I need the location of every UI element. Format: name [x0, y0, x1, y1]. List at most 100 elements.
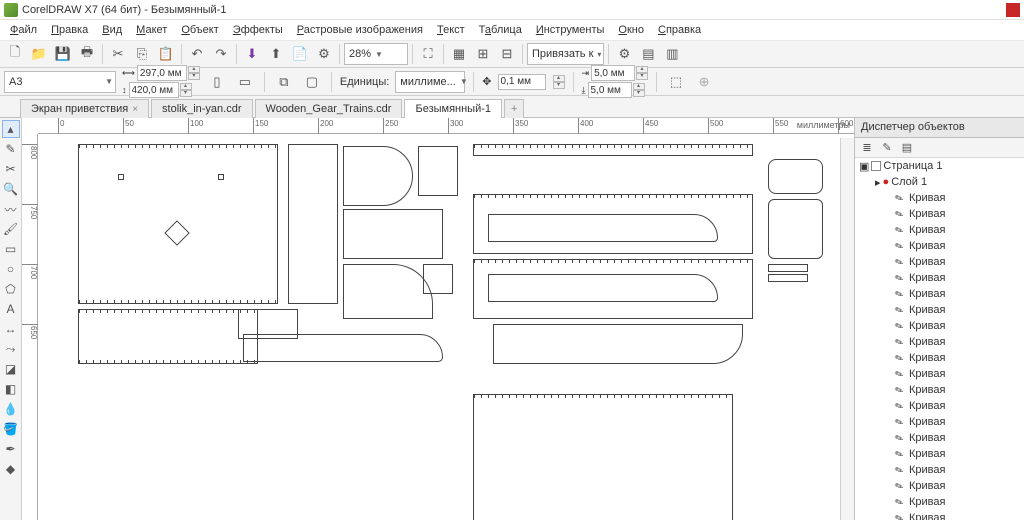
- menu-view[interactable]: Вид: [96, 22, 128, 38]
- layer-mgr-icon[interactable]: ▤: [899, 140, 915, 156]
- options-button[interactable]: ⚙: [613, 43, 635, 65]
- vertical-ruler[interactable]: 800750700650: [22, 134, 38, 520]
- tree-curve-item[interactable]: ✎Кривая: [855, 222, 1024, 238]
- object-tree[interactable]: ▣Страница 1 ▸●Слой 1 ✎Кривая✎Кривая✎Крив…: [855, 158, 1024, 520]
- tree-curve-item[interactable]: ✎Кривая: [855, 366, 1024, 382]
- curve-shape[interactable]: [343, 209, 443, 259]
- page-height-input[interactable]: [129, 82, 179, 98]
- tree-layer[interactable]: ▸●Слой 1: [855, 174, 1024, 190]
- docker1-button[interactable]: ▤: [637, 43, 659, 65]
- artistic-tool[interactable]: 🖌: [2, 220, 20, 238]
- curve-shape[interactable]: [343, 264, 433, 319]
- new-button[interactable]: 🗋: [4, 43, 26, 65]
- tab-doc-2[interactable]: Wooden_Gear_Trains.cdr: [255, 99, 403, 118]
- portrait-button[interactable]: ▯: [206, 71, 228, 93]
- save-button[interactable]: 💾: [52, 43, 74, 65]
- polygon-tool[interactable]: ⬠: [2, 280, 20, 298]
- close-icon[interactable]: ×: [132, 104, 138, 115]
- tree-curve-item[interactable]: ✎Кривая: [855, 206, 1024, 222]
- curve-shape[interactable]: [118, 174, 124, 180]
- tree-curve-item[interactable]: ✎Кривая: [855, 270, 1024, 286]
- tree-curve-item[interactable]: ✎Кривая: [855, 494, 1024, 510]
- edit-layers-icon[interactable]: ✎: [879, 140, 895, 156]
- crop-tool[interactable]: ✂: [2, 160, 20, 178]
- freehand-tool[interactable]: 〰: [2, 200, 20, 218]
- all-pages-button[interactable]: ⧉: [273, 71, 295, 93]
- curve-shape[interactable]: [418, 146, 458, 196]
- dimension-tool[interactable]: ↔: [2, 320, 20, 338]
- open-button[interactable]: 📁: [28, 43, 50, 65]
- tree-curve-item[interactable]: ✎Кривая: [855, 334, 1024, 350]
- dup-y-input[interactable]: [588, 82, 632, 98]
- nudge-input[interactable]: [498, 74, 546, 90]
- menu-bitmap[interactable]: Растровые изображения: [291, 22, 429, 38]
- menu-text[interactable]: Текст: [431, 22, 471, 38]
- copy-button[interactable]: ⎘: [131, 43, 153, 65]
- tree-curve-item[interactable]: ✎Кривая: [855, 318, 1024, 334]
- tree-curve-item[interactable]: ✎Кривая: [855, 350, 1024, 366]
- connector-tool[interactable]: ⤳: [2, 340, 20, 358]
- curve-shape[interactable]: [473, 394, 733, 520]
- menu-file[interactable]: ФФайлайл: [4, 22, 43, 38]
- tree-curve-item[interactable]: ✎Кривая: [855, 462, 1024, 478]
- menu-table[interactable]: Таблица: [473, 22, 528, 38]
- import-button[interactable]: ⬇: [241, 43, 263, 65]
- fill-tool[interactable]: 🪣: [2, 420, 20, 438]
- transparency-tool[interactable]: ◧: [2, 380, 20, 398]
- export-button[interactable]: ⬆: [265, 43, 287, 65]
- tab-doc-1[interactable]: stolik_in-yan.cdr: [151, 99, 252, 118]
- add-button[interactable]: ⊕: [693, 71, 715, 93]
- curve-shape[interactable]: [768, 199, 823, 259]
- user-icon[interactable]: [1006, 3, 1020, 17]
- tab-doc-3[interactable]: Безымянный-1: [404, 99, 502, 118]
- docker2-button[interactable]: ▥: [661, 43, 683, 65]
- width-spinner[interactable]: ▴▾: [188, 66, 200, 80]
- dup-x-spinner[interactable]: ▴▾: [636, 66, 648, 80]
- paste-button[interactable]: 📋: [155, 43, 177, 65]
- units-dropdown[interactable]: миллиме...▼: [395, 71, 465, 93]
- tree-curve-item[interactable]: ✎Кривая: [855, 286, 1024, 302]
- menu-layout[interactable]: Макет: [130, 22, 173, 38]
- curve-shape[interactable]: [493, 324, 743, 364]
- page-width-input[interactable]: [137, 65, 187, 81]
- curve-shape[interactable]: [343, 146, 413, 206]
- dup-x-input[interactable]: [591, 65, 635, 81]
- tree-curve-item[interactable]: ✎Кривая: [855, 414, 1024, 430]
- rectangle-tool[interactable]: ▭: [2, 240, 20, 258]
- curve-shape[interactable]: [288, 144, 338, 304]
- grid-button[interactable]: ⊞: [472, 43, 494, 65]
- text-tool[interactable]: A: [2, 300, 20, 318]
- outline-tool[interactable]: ✒: [2, 440, 20, 458]
- menu-effects[interactable]: Эффекты: [227, 22, 289, 38]
- menu-window[interactable]: Окно: [612, 22, 650, 38]
- smart-fill-tool[interactable]: ◆: [2, 460, 20, 478]
- tree-curve-item[interactable]: ✎Кривая: [855, 398, 1024, 414]
- menu-edit[interactable]: Правка: [45, 22, 94, 38]
- trap-button[interactable]: ⬚: [665, 71, 687, 93]
- drawing-canvas[interactable]: [38, 134, 854, 520]
- menu-tools[interactable]: Инструменты: [530, 22, 611, 38]
- tree-page[interactable]: ▣Страница 1: [855, 158, 1024, 174]
- ellipse-tool[interactable]: ○: [2, 260, 20, 278]
- curve-shape[interactable]: [488, 274, 718, 302]
- menu-object[interactable]: Объект: [175, 22, 224, 38]
- landscape-button[interactable]: ▭: [234, 71, 256, 93]
- height-spinner[interactable]: ▴▾: [180, 83, 192, 97]
- cut-button[interactable]: ✂: [107, 43, 129, 65]
- color-palette[interactable]: [840, 138, 854, 520]
- menu-help[interactable]: Справка: [652, 22, 707, 38]
- curve-shape[interactable]: [423, 264, 453, 294]
- dup-y-spinner[interactable]: ▴▾: [633, 83, 645, 97]
- tree-curve-item[interactable]: ✎Кривая: [855, 446, 1024, 462]
- tree-curve-item[interactable]: ✎Кривая: [855, 478, 1024, 494]
- tree-curve-item[interactable]: ✎Кривая: [855, 254, 1024, 270]
- publish-pdf-button[interactable]: 📄: [289, 43, 311, 65]
- shape-tool[interactable]: ✎: [2, 140, 20, 158]
- app-launcher-button[interactable]: ⚙: [313, 43, 335, 65]
- curve-shape[interactable]: [488, 214, 718, 242]
- tree-curve-item[interactable]: ✎Кривая: [855, 190, 1024, 206]
- undo-button[interactable]: ↶: [186, 43, 208, 65]
- tree-curve-item[interactable]: ✎Кривая: [855, 510, 1024, 520]
- curve-shape[interactable]: [218, 174, 224, 180]
- tab-welcome[interactable]: Экран приветствия×: [20, 99, 149, 118]
